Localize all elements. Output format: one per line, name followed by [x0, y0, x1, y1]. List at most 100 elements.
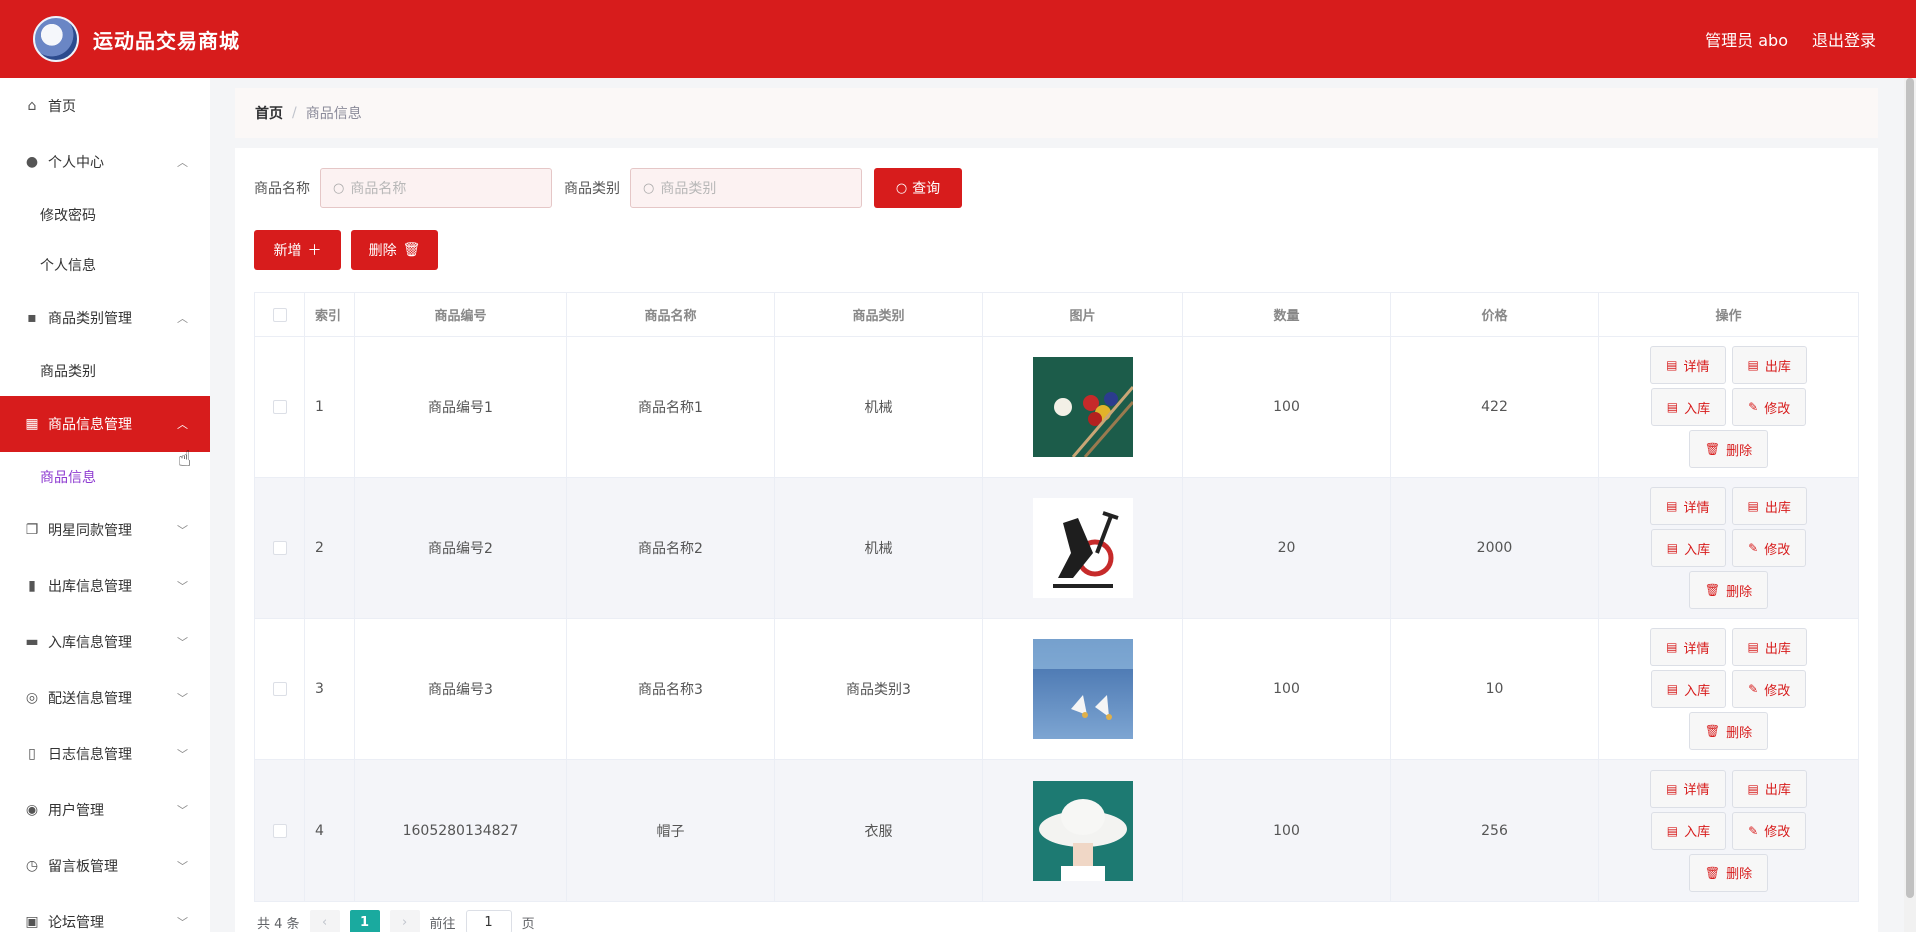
page-number-button[interactable]: 1: [349, 910, 380, 932]
doc-icon: ▤: [1666, 781, 1678, 796]
sidebar: ⌂ 首页 ● 个人中心 ︿ 修改密码 个人信息 ▪ 商品类别管理 ︿ 商品类别 …: [0, 78, 210, 932]
delete-button[interactable]: 🗑︎ 删除: [1688, 571, 1769, 609]
edit-icon: ✎: [1748, 682, 1759, 696]
logout-button[interactable]: 退出登录: [1812, 27, 1876, 51]
row-checkbox[interactable]: [272, 541, 287, 555]
chevron-down-icon: ﹀: [177, 748, 188, 761]
bar-chart-icon: ▮: [28, 578, 36, 594]
delete-button[interactable]: 🗑︎ 删除: [1688, 853, 1769, 892]
query-button-label: 查询: [912, 181, 941, 197]
outbound-label: 出库: [1764, 500, 1791, 516]
batch-delete-button[interactable]: 删除 🗑︎: [351, 230, 438, 270]
hat-photo: [1032, 780, 1133, 881]
inbound-label: 入库: [1684, 683, 1711, 699]
detail-button[interactable]: ▤ 详情: [1650, 346, 1726, 384]
log-icon: ▯: [28, 746, 36, 762]
breadcrumb-separator: /: [292, 105, 297, 121]
breadcrumb-home[interactable]: 首页: [255, 103, 283, 123]
action-bar: 新增 ＋ 删除 🗑︎: [254, 230, 438, 270]
detail-label: 详情: [1683, 359, 1710, 375]
row-code: 1605280134827: [355, 760, 567, 901]
row-index: 1: [305, 337, 355, 477]
doc-icon: ▤: [1747, 781, 1759, 796]
sidebar-item-logs[interactable]: ▯ 日志信息管理 ﹀: [0, 726, 210, 782]
header-operations: 操作: [1715, 309, 1742, 324]
sidebar-item-messages[interactable]: ◷ 留言板管理 ﹀: [0, 838, 210, 894]
next-page-button[interactable]: ›: [389, 910, 420, 932]
header-name: 商品名称: [567, 293, 775, 336]
row-price: 10: [1391, 619, 1599, 759]
detail-button[interactable]: ▤ 详情: [1650, 628, 1726, 666]
delete-button[interactable]: 🗑︎ 删除: [1688, 712, 1769, 750]
prev-page-button[interactable]: ‹: [309, 910, 340, 932]
sidebar-subitem-profile[interactable]: 个人信息: [0, 240, 210, 290]
sidebar-item-category-mgmt[interactable]: ▪ 商品类别管理 ︿: [0, 290, 210, 346]
edit-button[interactable]: ✎ 修改: [1732, 529, 1807, 567]
sidebar-item-delivery[interactable]: ◎ 配送信息管理 ﹀: [0, 670, 210, 726]
inbound-button[interactable]: ▤ 入库: [1650, 670, 1727, 708]
goto-page-input[interactable]: 1: [465, 910, 512, 932]
row-image-cell: [983, 619, 1183, 759]
sidebar-item-home[interactable]: ⌂ 首页: [0, 78, 210, 134]
inbound-button[interactable]: ▤ 入库: [1650, 811, 1727, 850]
sidebar-item-forum[interactable]: ▣ 论坛管理 ﹀: [0, 894, 210, 932]
name-search-input[interactable]: ○ 商品名称: [320, 168, 552, 208]
mouse-pointer-icon: ☝: [178, 447, 192, 472]
inbound-button[interactable]: ▤ 入库: [1650, 529, 1727, 567]
category-search-input[interactable]: ○ 商品类别: [630, 168, 862, 208]
add-button[interactable]: 新增 ＋: [254, 230, 341, 270]
row-checkbox[interactable]: [272, 823, 287, 838]
sidebar-subitem-category[interactable]: 商品类别: [0, 346, 210, 396]
billiards-photo: [1032, 357, 1133, 457]
detail-button[interactable]: ▤ 详情: [1650, 487, 1726, 525]
goto-prefix: 前往: [429, 916, 456, 932]
outbound-button[interactable]: ▤ 出库: [1731, 487, 1807, 525]
row-price: 422: [1391, 337, 1599, 477]
edit-button[interactable]: ✎ 修改: [1732, 670, 1807, 708]
outbound-button[interactable]: ▤ 出库: [1731, 769, 1807, 808]
outbound-button[interactable]: ▤ 出库: [1731, 346, 1807, 384]
row-category: 机械: [775, 478, 983, 618]
goods-icon: ▦: [25, 416, 39, 432]
sidebar-item-goods-mgmt[interactable]: ▦ 商品信息管理 ︿: [0, 396, 210, 452]
forum-icon: ▣: [25, 914, 39, 930]
outbound-label: 出库: [1764, 783, 1791, 798]
sidebar-subitem-change-password[interactable]: 修改密码: [0, 190, 210, 240]
outbound-button[interactable]: ▤ 出库: [1731, 628, 1807, 666]
sidebar-item-label: 出库信息管理: [48, 579, 132, 595]
main-content: 商品名称 ○ 商品名称 商品类别 ○ 商品类别 ○ 查询 新增 ＋ 删除 🗑︎ …: [235, 148, 1878, 932]
delete-button[interactable]: 🗑︎ 删除: [1688, 430, 1769, 468]
sidebar-item-label: 日志信息管理: [48, 747, 132, 763]
chevron-down-icon: ﹀: [177, 804, 188, 817]
row-checkbox[interactable]: [272, 400, 287, 414]
category-icon: ▪: [27, 310, 37, 326]
inbound-button[interactable]: ▤ 入库: [1650, 388, 1727, 426]
sidebar-item-inbound[interactable]: ▬ 入库信息管理 ﹀: [0, 614, 210, 670]
row-checkbox[interactable]: [272, 682, 287, 696]
page-scrollbar[interactable]: [1904, 78, 1916, 932]
delete-label: 删除: [1726, 867, 1753, 882]
sidebar-item-outbound[interactable]: ▮ 出库信息管理 ﹀: [0, 558, 210, 614]
row-code: 商品编号2: [355, 478, 567, 618]
edit-icon: ✎: [1748, 400, 1759, 414]
search-bar: 商品名称 ○ 商品名称 商品类别 ○ 商品类别 ○ 查询: [254, 168, 962, 208]
select-all-checkbox[interactable]: [272, 307, 287, 322]
table-header-row: 索引 商品编号 商品名称 商品类别 图片 数量 价格 操作: [255, 293, 1858, 337]
sidebar-item-star-products[interactable]: ❐ 明星同款管理 ﹀: [0, 502, 210, 558]
edit-button[interactable]: ✎ 修改: [1732, 811, 1807, 850]
row-operations: ▤ 详情 ▤ 出库 ▤ 入库 ✎ 修改 🗑︎ 删除: [1599, 478, 1858, 618]
doc-icon: ▤: [1666, 541, 1679, 555]
sidebar-item-personal[interactable]: ● 个人中心 ︿: [0, 134, 210, 190]
edit-button[interactable]: ✎ 修改: [1732, 388, 1807, 426]
name-search-placeholder: 商品名称: [350, 181, 407, 197]
sidebar-item-users[interactable]: ◉ 用户管理 ﹀: [0, 782, 210, 838]
scrollbar-thumb[interactable]: [1906, 78, 1914, 898]
edit-label: 修改: [1764, 825, 1791, 840]
search-icon: ○: [333, 180, 345, 196]
app-title: 运动品交易商城: [93, 28, 240, 53]
row-operations: ▤ 详情 ▤ 出库 ▤ 入库 ✎ 修改 🗑︎ 删除: [1599, 619, 1858, 759]
detail-button[interactable]: ▤ 详情: [1650, 769, 1726, 808]
doc-icon: ▤: [1666, 682, 1679, 696]
row-name: 商品名称2: [567, 478, 775, 618]
query-button[interactable]: ○ 查询: [874, 168, 962, 208]
